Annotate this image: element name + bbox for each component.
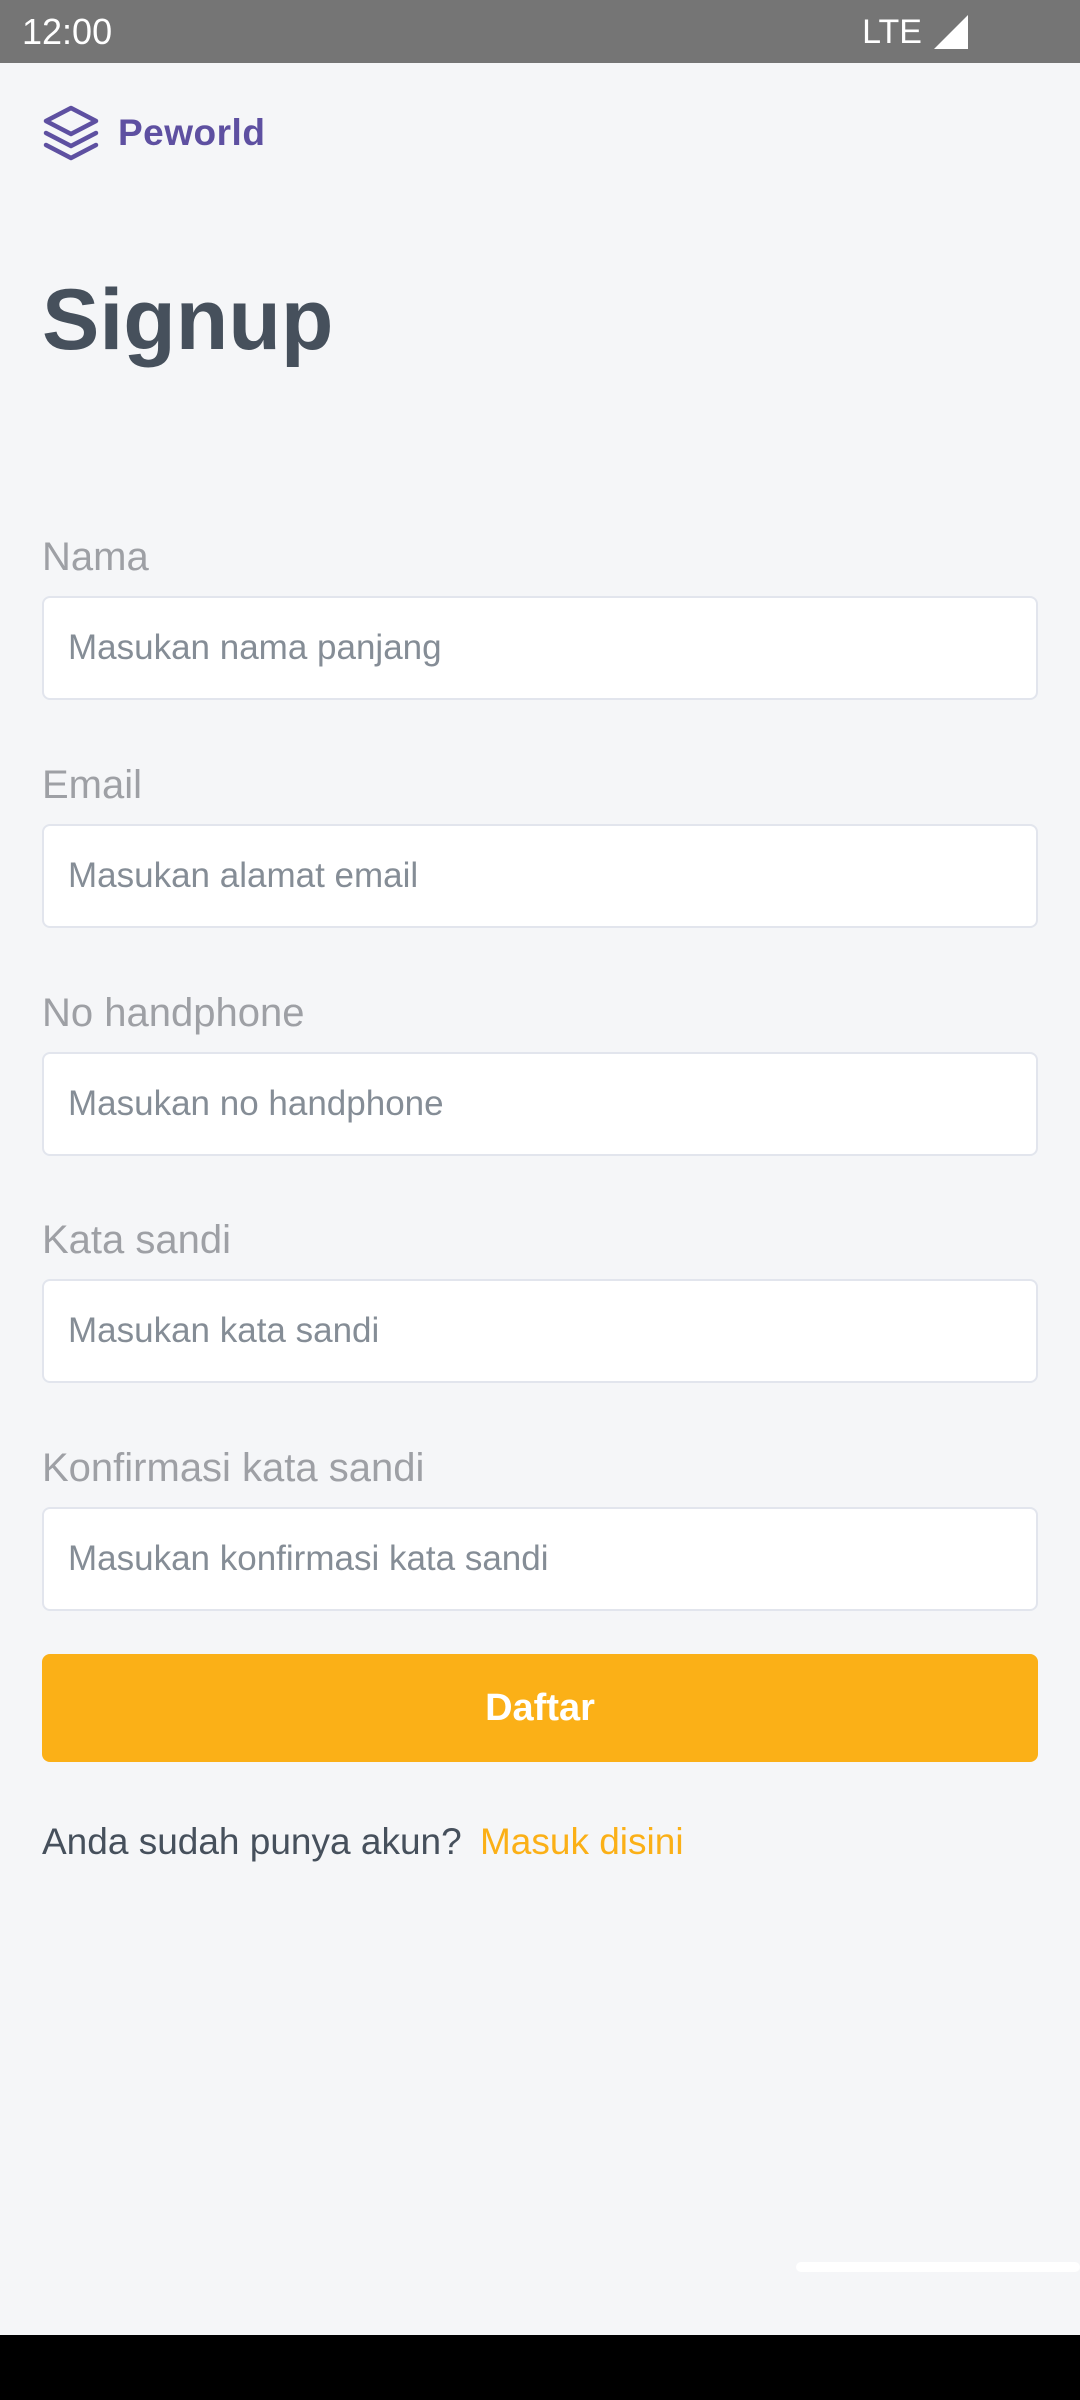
system-navigation-bar	[0, 2335, 1080, 2400]
home-handle[interactable]	[796, 2262, 1080, 2272]
phone-input[interactable]	[42, 1052, 1038, 1156]
brand-name: Peworld	[118, 112, 266, 153]
phone-field-group: No handphone	[42, 990, 1038, 1156]
confirm-password-input[interactable]	[42, 1507, 1038, 1611]
name-input[interactable]	[42, 596, 1038, 700]
login-link[interactable]: Masuk disini	[480, 1821, 684, 1862]
layers-icon	[42, 104, 100, 162]
cellular-signal-icon	[934, 15, 968, 49]
status-bar: 12:00 LTE	[0, 0, 1080, 63]
status-indicators: LTE	[862, 12, 968, 52]
name-label: Nama	[42, 535, 149, 579]
confirm-password-field-group: Konfirmasi kata sandi	[42, 1445, 1038, 1611]
email-field-group: Email	[42, 762, 1038, 928]
signup-button[interactable]: Daftar	[42, 1654, 1038, 1762]
login-prompt-text: Anda sudah punya akun?	[42, 1821, 462, 1862]
status-time: 12:00	[22, 11, 113, 52]
password-input[interactable]	[42, 1279, 1038, 1383]
email-input[interactable]	[42, 824, 1038, 928]
confirm-password-label: Konfirmasi kata sandi	[42, 1446, 425, 1490]
password-label: Kata sandi	[42, 1218, 232, 1262]
brand-logo: Peworld	[42, 104, 265, 162]
phone-label: No handphone	[42, 991, 305, 1035]
login-prompt: Anda sudah punya akun? Masuk disini	[42, 1818, 684, 1866]
password-field-group: Kata sandi	[42, 1217, 1038, 1383]
email-label: Email	[42, 763, 143, 807]
name-field-group: Nama	[42, 534, 1038, 700]
page-title: Signup	[42, 272, 334, 368]
network-type: LTE	[862, 13, 922, 51]
